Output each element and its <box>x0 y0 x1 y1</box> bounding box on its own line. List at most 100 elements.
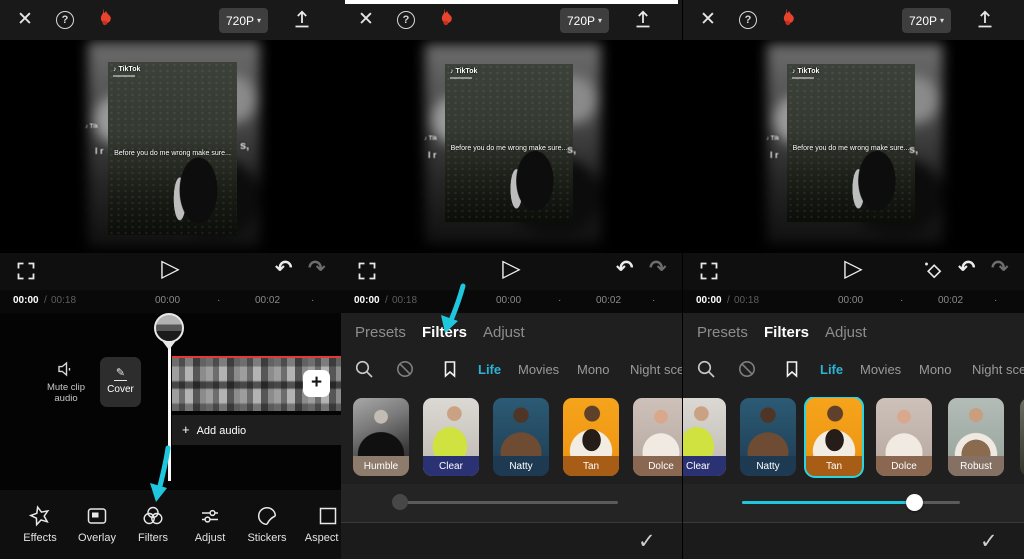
no-filter-icon[interactable] <box>395 359 415 379</box>
search-icon[interactable] <box>354 359 374 379</box>
filter-card-label: Natty <box>493 456 549 476</box>
redo-icon[interactable]: ↷ <box>308 256 326 280</box>
toolbar-item-overlay[interactable]: Overlay <box>70 502 124 544</box>
search-icon[interactable] <box>696 359 716 379</box>
top-bar: ✕ ? 720P ▾ <box>0 0 341 40</box>
bookmark-icon[interactable] <box>440 359 460 379</box>
timeline-ruler[interactable]: 00:00 / 00:18 00:00 · 00:02 · <box>0 290 341 313</box>
filter-card-dolce[interactable]: Dolce <box>876 398 932 476</box>
redo-icon[interactable]: ↷ <box>991 256 1009 280</box>
confirm-check-icon[interactable]: ✓ <box>638 529 656 553</box>
export-icon[interactable] <box>975 9 995 29</box>
undo-icon[interactable]: ↶ <box>616 256 634 280</box>
preview-video: ♪ TikTok Before you do me wrong make sur… <box>787 64 915 222</box>
cover-button[interactable]: ✎ Cover <box>100 357 141 407</box>
export-icon[interactable] <box>633 9 653 29</box>
filter-card-list: Humble Clear Natty Tan Dolce <box>341 397 682 483</box>
filter-card-natty[interactable]: Natty <box>493 398 549 476</box>
ruler-tick: 00:02 <box>938 295 964 306</box>
category-night-scene[interactable]: Night sce <box>972 362 1024 377</box>
resolution-button[interactable]: 720P ▾ <box>219 8 268 33</box>
no-filter-icon[interactable] <box>737 359 757 379</box>
close-icon[interactable]: ✕ <box>17 8 33 30</box>
filter-card-label: Dolce <box>876 456 932 476</box>
ruler-dot: · <box>311 295 315 306</box>
filter-card-clear[interactable]: Clear <box>683 398 726 476</box>
filter-card-natty[interactable]: Natty <box>740 398 796 476</box>
flame-icon[interactable] <box>776 8 796 30</box>
add-audio-row[interactable]: + Add audio <box>172 415 341 445</box>
intensity-slider[interactable] <box>742 494 960 511</box>
flame-icon[interactable] <box>93 8 113 30</box>
keyframe-icon[interactable] <box>923 260 945 282</box>
resolution-button[interactable]: 720P ▾ <box>560 8 609 33</box>
filter-card-partial[interactable] <box>1020 398 1024 476</box>
confirm-check-icon[interactable]: ✓ <box>980 529 998 553</box>
resolution-button[interactable]: 720P ▾ <box>902 8 951 33</box>
tiktok-watermark: ♪ TikTok <box>113 66 140 77</box>
playhead-handle[interactable] <box>154 313 184 343</box>
bookmark-icon[interactable] <box>782 359 802 379</box>
category-mono[interactable]: Mono <box>919 362 952 377</box>
video-preview[interactable]: ♪ TikTok Before you do me wrong make sur… <box>341 40 682 253</box>
undo-icon[interactable]: ↶ <box>275 256 293 280</box>
filter-card-label: Humble <box>353 456 409 476</box>
category-life[interactable]: Life <box>478 362 501 377</box>
status-bar <box>345 0 678 4</box>
timeline-ruler[interactable]: 00:00 / 00:18 00:00 · 00:02 · <box>683 290 1024 313</box>
toolbar-item-filters[interactable]: Filters <box>126 502 180 544</box>
filter-card-list: Clear Natty Tan Dolce Robust <box>683 397 1024 483</box>
slider-thumb[interactable] <box>392 494 408 510</box>
help-icon[interactable]: ? <box>397 11 415 29</box>
tab-adjust[interactable]: Adjust <box>825 324 867 341</box>
filter-card-dolce[interactable]: Dolce <box>633 398 682 476</box>
help-icon[interactable]: ? <box>56 11 74 29</box>
echo-watermark: ♪ Tik <box>424 136 438 142</box>
export-icon[interactable] <box>292 9 312 29</box>
toolbar-item-stickers[interactable]: Stickers <box>240 502 294 544</box>
video-preview[interactable]: ♪ TikTok Before you do me wrong make sur… <box>0 40 341 253</box>
timeline-ruler[interactable]: 00:00 / 00:18 00:00 · 00:02 · <box>341 290 682 313</box>
adjust-sliders-icon <box>183 502 237 528</box>
close-icon[interactable]: ✕ <box>358 8 374 30</box>
category-life[interactable]: Life <box>820 362 843 377</box>
video-preview[interactable]: ♪ TikTok Before you do me wrong make sur… <box>683 40 1024 253</box>
category-movies[interactable]: Movies <box>518 362 559 377</box>
filter-card-tan[interactable]: Tan <box>563 398 619 476</box>
filter-card-robust[interactable]: Robust <box>948 398 1004 476</box>
echo-left-text: I r <box>428 150 437 160</box>
add-clip-button[interactable]: + <box>303 370 330 397</box>
tab-adjust[interactable]: Adjust <box>483 324 525 341</box>
filter-card-humble[interactable]: Humble <box>353 398 409 476</box>
filter-card-tan-selected[interactable]: Tan <box>804 397 864 478</box>
toolbar-item-effects[interactable]: Effects <box>13 502 67 544</box>
total-time: 00:18 <box>51 295 77 306</box>
category-movies[interactable]: Movies <box>860 362 901 377</box>
echo-left-text: I r <box>95 146 104 156</box>
intensity-slider[interactable] <box>392 494 618 510</box>
toolbar-item-aspect-ratio[interactable]: Aspect ra <box>301 502 341 544</box>
echo-watermark: ♪ Tik <box>766 136 780 142</box>
slider-thumb[interactable] <box>906 494 924 511</box>
toolbar-item-adjust[interactable]: Adjust <box>183 502 237 544</box>
echo-right-text: s, <box>909 144 919 156</box>
video-figure <box>157 148 225 235</box>
ruler-dot: · <box>558 295 562 306</box>
redo-icon[interactable]: ↷ <box>649 256 667 280</box>
help-icon[interactable]: ? <box>739 11 757 29</box>
category-mono[interactable]: Mono <box>577 362 610 377</box>
tab-filters[interactable]: Filters <box>764 324 809 341</box>
ruler-tick: 00:02 <box>255 295 281 306</box>
close-icon[interactable]: ✕ <box>700 8 716 30</box>
tab-presets[interactable]: Presets <box>355 324 406 341</box>
sticker-icon <box>240 502 294 528</box>
annotation-arrow-to-filters-tab <box>441 283 466 333</box>
filter-card-clear[interactable]: Clear <box>423 398 479 476</box>
filter-card-label: Dolce <box>633 456 682 476</box>
tab-presets[interactable]: Presets <box>697 324 748 341</box>
undo-icon[interactable]: ↶ <box>958 256 976 280</box>
mute-clip-audio-button[interactable]: Mute clip audio <box>36 359 96 404</box>
flame-icon[interactable] <box>434 8 454 30</box>
category-night-scene[interactable]: Night sce <box>630 362 682 377</box>
ruler-dot: · <box>652 295 656 306</box>
